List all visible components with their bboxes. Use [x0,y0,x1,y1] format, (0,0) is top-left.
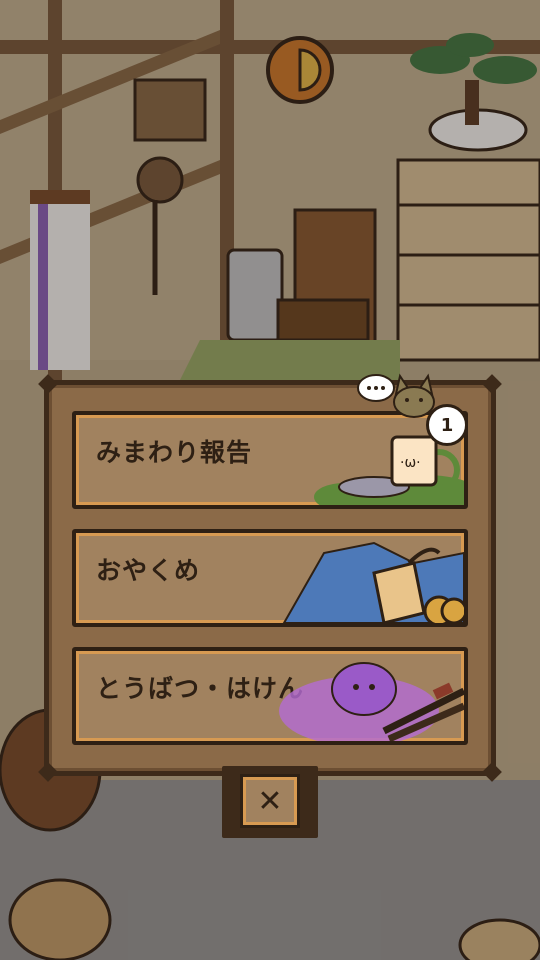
close-icon: ✕ [257,783,283,819]
duties-label: おやくめ [96,556,201,585]
duties-art [282,541,464,623]
svg-text:·ω·: ·ω· [400,455,421,471]
cat-head-icon [393,373,435,418]
close-button-face: ✕ [240,774,300,828]
patrol-report-label: みまわり報告 [96,438,253,467]
subjugation-dispatch-button[interactable]: とうばつ・はけん [72,647,468,745]
subjugation-dispatch-art [279,662,464,741]
duties-button[interactable]: おやくめ [72,529,468,627]
patrol-report-button[interactable]: みまわり報告 ·ω· [72,411,468,509]
notification-cat [357,373,435,418]
close-button[interactable]: ✕ [222,766,318,838]
menu-panel: みまわり報告 ·ω· おやくめ とうばつ・はけん [38,374,502,782]
speech-bubble-icon [357,374,395,402]
notification-badge: 1 [426,404,468,446]
